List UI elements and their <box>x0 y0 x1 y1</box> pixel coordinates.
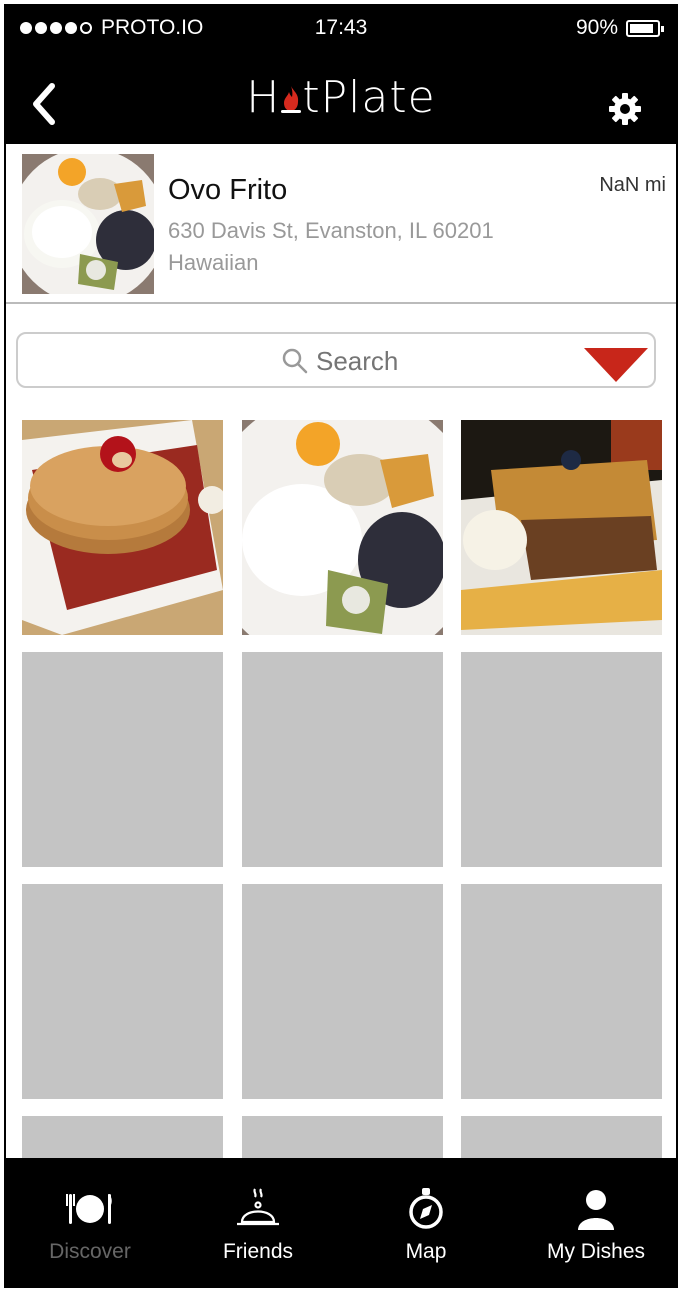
logo-text-right: tPlate <box>302 72 436 123</box>
search-bar[interactable] <box>16 332 656 388</box>
logo-text-left: H <box>246 72 281 123</box>
tab-map[interactable]: Map <box>342 1158 510 1286</box>
dish-photo[interactable] <box>22 420 223 635</box>
tab-label: Discover <box>49 1240 131 1263</box>
photo-grid <box>22 420 662 1160</box>
photo-placeholder[interactable] <box>241 1116 443 1160</box>
tab-bar: Discover Friends Map My Dishes <box>6 1158 676 1286</box>
photo-placeholder[interactable] <box>461 884 662 1099</box>
tab-friends[interactable]: Friends <box>174 1158 342 1286</box>
restaurant-distance: NaN mi <box>599 174 666 196</box>
restaurant-cuisine: Hawaiian <box>168 250 259 275</box>
photo-placeholder[interactable] <box>241 652 443 867</box>
filter-dropdown-arrow[interactable] <box>584 348 648 382</box>
battery-percent: 90% <box>575 16 618 39</box>
tab-label: Map <box>405 1240 447 1263</box>
search-icon <box>282 348 308 374</box>
restaurant-card[interactable]: Ovo Frito 630 Davis St, Evanston, IL 602… <box>6 144 676 304</box>
status-bar: PROTO.IO 17:43 90% <box>6 6 676 50</box>
tab-label: Friends <box>222 1240 294 1263</box>
tab-discover[interactable]: Discover <box>6 1158 174 1286</box>
photo-placeholder[interactable] <box>22 1116 223 1160</box>
battery-status: 90% <box>575 16 664 40</box>
photo-placeholder[interactable] <box>22 884 223 1099</box>
user-icon <box>571 1186 621 1232</box>
plate-cutlery-icon <box>65 1186 115 1232</box>
app-logo: H tPlate <box>6 72 676 123</box>
flame-icon <box>281 86 302 113</box>
gear-icon[interactable] <box>608 92 642 126</box>
tab-label: My Dishes <box>546 1240 646 1263</box>
restaurant-thumbnail[interactable] <box>22 154 154 294</box>
cloche-icon <box>233 1186 283 1232</box>
photo-placeholder[interactable] <box>461 652 662 867</box>
app-frame: PROTO.IO 17:43 90% H tPlate Ovo Frito 63… <box>4 4 678 1288</box>
photo-placeholder[interactable] <box>461 1116 662 1160</box>
top-bar: PROTO.IO 17:43 90% H tPlate <box>6 6 676 144</box>
restaurant-name: Ovo Frito <box>168 174 288 206</box>
nav-row: H tPlate <box>6 50 676 144</box>
search-input[interactable] <box>316 346 516 377</box>
tab-my-dishes[interactable]: My Dishes <box>512 1158 676 1286</box>
photo-placeholder[interactable] <box>22 652 223 867</box>
dish-photo[interactable] <box>241 420 443 635</box>
compass-icon <box>401 1186 451 1232</box>
dish-photo[interactable] <box>461 420 662 635</box>
restaurant-address: 630 Davis St, Evanston, IL 60201 <box>168 218 494 243</box>
battery-icon <box>626 19 664 37</box>
photo-placeholder[interactable] <box>241 884 443 1099</box>
